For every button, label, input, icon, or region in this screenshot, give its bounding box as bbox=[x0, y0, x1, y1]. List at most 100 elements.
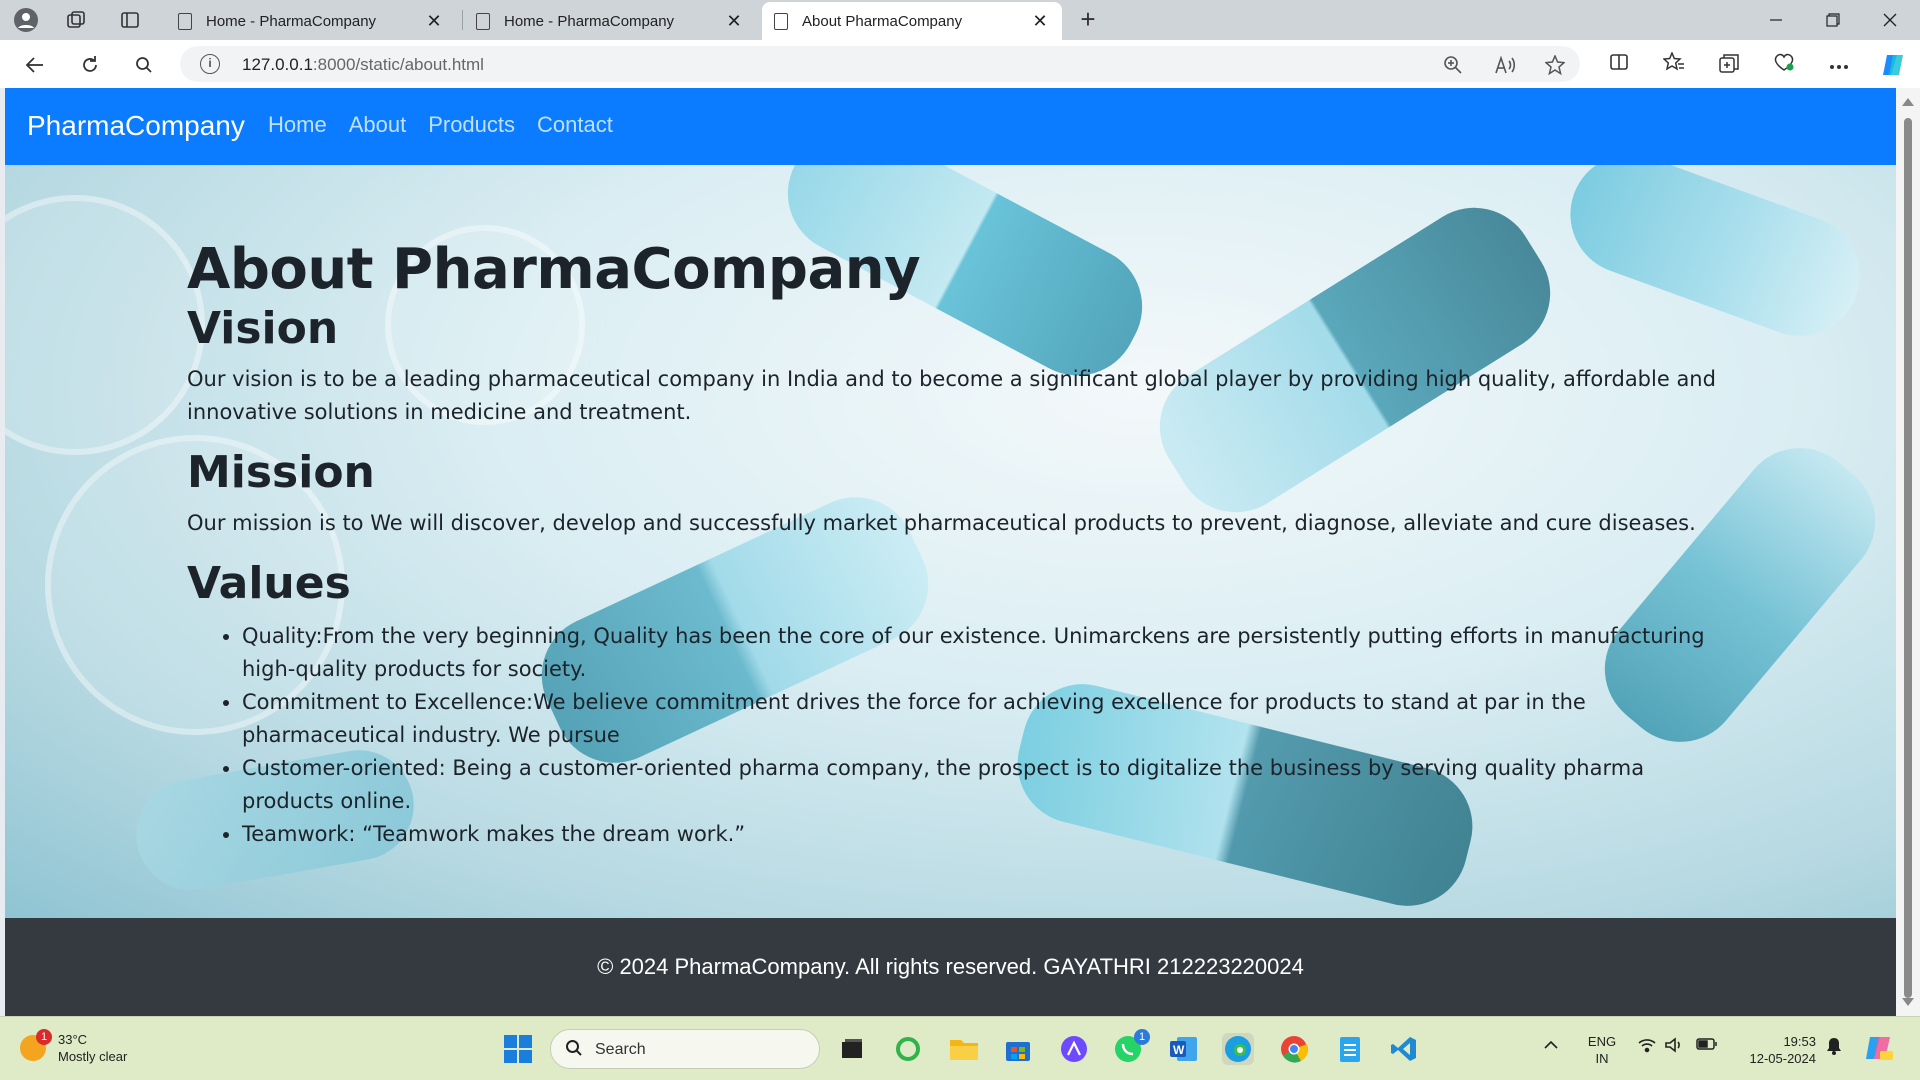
search-icon[interactable] bbox=[129, 50, 159, 80]
weather-text: 33°C Mostly clear bbox=[58, 1031, 127, 1065]
file-explorer-icon[interactable] bbox=[948, 1033, 980, 1065]
battery-icon[interactable] bbox=[1696, 1037, 1718, 1056]
chrome-icon[interactable] bbox=[1278, 1033, 1310, 1065]
language-indicator[interactable]: ENG IN bbox=[1584, 1033, 1620, 1067]
task-view-icon[interactable] bbox=[836, 1033, 868, 1065]
scroll-down-icon[interactable] bbox=[1902, 998, 1914, 1006]
mission-heading: Mission bbox=[187, 447, 375, 498]
weather-temp: 33°C bbox=[58, 1032, 88, 1047]
edge-icon[interactable] bbox=[1222, 1033, 1254, 1065]
minimize-button[interactable] bbox=[1748, 0, 1804, 40]
values-list: Quality:From the very beginning, Quality… bbox=[187, 620, 1727, 851]
vision-text: Our vision is to be a leading pharmaceut… bbox=[187, 367, 1716, 424]
page-title: About PharmaCompany bbox=[187, 237, 921, 302]
svg-text:W: W bbox=[1173, 1043, 1185, 1057]
copilot-taskbar-icon[interactable] bbox=[1864, 1033, 1894, 1068]
wifi-icon[interactable] bbox=[1637, 1037, 1657, 1058]
close-window-button[interactable] bbox=[1862, 0, 1918, 40]
scroll-thumb[interactable] bbox=[1904, 118, 1912, 998]
clock[interactable]: 19:53 12-05-2024 bbox=[1730, 1033, 1817, 1067]
tab-title: Home - PharmaCompany bbox=[504, 12, 675, 30]
whatsapp-badge: 1 bbox=[1134, 1029, 1150, 1045]
new-tab-button[interactable]: + bbox=[1074, 6, 1102, 34]
proton-vpn-icon[interactable] bbox=[1058, 1033, 1090, 1065]
tab-separator bbox=[462, 10, 463, 30]
browser-toolbar: i 127.0.0.1:8000/static/about.html bbox=[0, 40, 1920, 88]
value-item-customer: Customer-oriented: Being a customer-orie… bbox=[242, 752, 1727, 818]
taskbar-search[interactable]: Search bbox=[550, 1029, 820, 1069]
copilot-icon[interactable] bbox=[1880, 52, 1906, 78]
zoom-icon[interactable] bbox=[1442, 55, 1464, 77]
tab-actions-icon[interactable] bbox=[116, 6, 144, 34]
nav-link-about[interactable]: About bbox=[349, 112, 407, 138]
nav-link-home[interactable]: Home bbox=[268, 112, 327, 138]
favorite-star-icon[interactable] bbox=[1544, 54, 1566, 77]
value-item-quality: Quality:From the very beginning, Quality… bbox=[242, 620, 1727, 686]
refresh-icon[interactable] bbox=[75, 50, 105, 80]
page-viewport: PharmaCompany Home About Products Contac… bbox=[5, 88, 1896, 1016]
clock-date: 12-05-2024 bbox=[1749, 1051, 1817, 1066]
weather-sun-icon: 1 bbox=[20, 1029, 52, 1061]
browser-essentials-icon[interactable] bbox=[1771, 52, 1797, 78]
site-footer: © 2024 PharmaCompany. All rights reserve… bbox=[5, 918, 1896, 1016]
page-icon bbox=[476, 12, 490, 30]
nav-link-contact[interactable]: Contact bbox=[537, 112, 613, 138]
start-button-icon[interactable] bbox=[502, 1033, 534, 1065]
search-label: Search bbox=[595, 1041, 646, 1058]
close-tab-icon[interactable]: ✕ bbox=[424, 11, 444, 32]
tab-home-2[interactable]: Home - PharmaCompany ✕ bbox=[464, 2, 756, 40]
url-host: 127.0.0.1 bbox=[242, 55, 313, 74]
notepad-icon[interactable] bbox=[1334, 1033, 1366, 1065]
more-menu-icon[interactable] bbox=[1826, 52, 1852, 78]
browser-tab-bar: Home - PharmaCompany ✕ Home - PharmaComp… bbox=[0, 0, 1920, 40]
app-green-ring-icon[interactable] bbox=[892, 1033, 924, 1065]
whatsapp-icon[interactable]: 1 bbox=[1112, 1029, 1150, 1065]
read-aloud-icon[interactable] bbox=[1494, 55, 1516, 77]
about-content: About PharmaCompany Vision Our vision is… bbox=[187, 237, 1727, 851]
weather-desc: Mostly clear bbox=[58, 1049, 128, 1064]
workspaces-icon[interactable] bbox=[62, 6, 90, 34]
restore-button[interactable] bbox=[1805, 0, 1861, 40]
brand-link[interactable]: PharmaCompany bbox=[27, 110, 245, 142]
site-navbar: PharmaCompany Home About Products Contac… bbox=[5, 88, 1896, 165]
vscode-icon[interactable] bbox=[1388, 1033, 1420, 1065]
collections-icon[interactable] bbox=[1716, 52, 1742, 78]
clock-time: 19:53 bbox=[1783, 1034, 1816, 1049]
back-icon[interactable] bbox=[20, 50, 50, 80]
word-icon[interactable]: W bbox=[1168, 1033, 1200, 1065]
tab-title: About PharmaCompany bbox=[802, 12, 963, 30]
profile-icon[interactable] bbox=[12, 6, 40, 34]
store-icon[interactable] bbox=[1002, 1033, 1034, 1065]
hero-background: About PharmaCompany Vision Our vision is… bbox=[5, 165, 1896, 918]
values-heading: Values bbox=[187, 558, 351, 609]
search-icon bbox=[565, 1039, 583, 1062]
page-icon bbox=[774, 12, 788, 30]
address-bar[interactable]: i 127.0.0.1:8000/static/about.html bbox=[180, 46, 1580, 82]
windows-taskbar: 1 33°C Mostly clear Search 1 W ENG IN 19… bbox=[0, 1016, 1920, 1080]
url-text[interactable]: 127.0.0.1:8000/static/about.html bbox=[242, 55, 484, 75]
notification-bell-icon[interactable] bbox=[1826, 1037, 1842, 1060]
lang-line1: ENG bbox=[1587, 1034, 1617, 1049]
weather-widget[interactable]: 1 33°C Mostly clear bbox=[20, 1029, 127, 1065]
tab-home-1[interactable]: Home - PharmaCompany ✕ bbox=[166, 2, 456, 40]
page-scrollbar[interactable] bbox=[1896, 88, 1920, 1016]
close-tab-icon[interactable]: ✕ bbox=[1030, 11, 1050, 32]
weather-badge: 1 bbox=[36, 1029, 52, 1045]
page-icon bbox=[178, 12, 192, 30]
tab-about[interactable]: About PharmaCompany ✕ bbox=[762, 2, 1062, 40]
favorites-icon[interactable] bbox=[1661, 51, 1687, 78]
nav-link-products[interactable]: Products bbox=[428, 112, 515, 138]
vision-heading: Vision bbox=[187, 303, 339, 354]
url-path: :8000/static/about.html bbox=[312, 55, 484, 74]
lang-line2: IN bbox=[1595, 1051, 1609, 1066]
value-item-teamwork: Teamwork: “Teamwork makes the dream work… bbox=[242, 818, 1727, 851]
scroll-up-icon[interactable] bbox=[1902, 98, 1914, 106]
split-screen-icon[interactable] bbox=[1606, 52, 1632, 78]
footer-text: © 2024 PharmaCompany. All rights reserve… bbox=[597, 954, 1304, 979]
site-info-icon[interactable]: i bbox=[200, 54, 220, 74]
volume-icon[interactable] bbox=[1664, 1037, 1684, 1058]
show-hidden-icons[interactable] bbox=[1543, 1037, 1559, 1055]
close-tab-icon[interactable]: ✕ bbox=[724, 11, 744, 32]
